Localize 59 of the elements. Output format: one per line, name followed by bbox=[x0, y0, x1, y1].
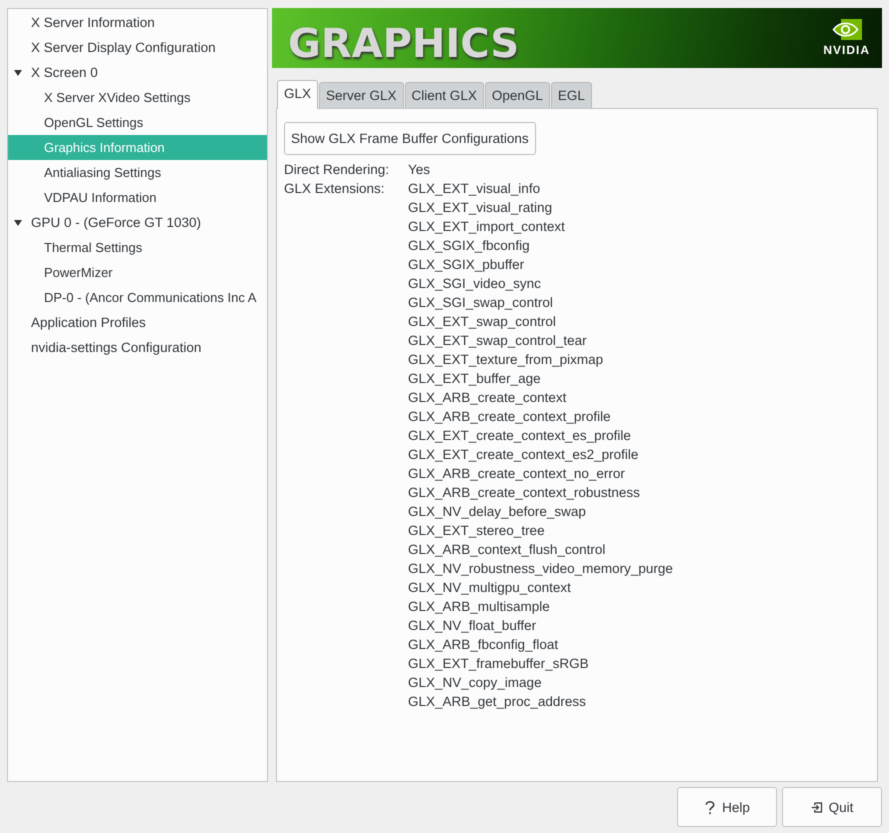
sidebar-item[interactable]: X Server XVideo Settings bbox=[8, 85, 267, 110]
field-value: GLX_EXT_buffer_age bbox=[408, 370, 542, 388]
field-value: GLX_ARB_create_context bbox=[408, 389, 568, 407]
sidebar-item[interactable]: OpenGL Settings bbox=[8, 110, 267, 135]
field-value: GLX_ARB_create_context_profile bbox=[408, 408, 612, 426]
sidebar-item[interactable]: X Server Display Configuration bbox=[8, 35, 267, 60]
field-value: GLX_NV_robustness_video_memory_purge bbox=[408, 560, 673, 578]
help-button[interactable]: Help bbox=[677, 787, 777, 827]
tab[interactable]: Server GLX bbox=[319, 82, 404, 108]
field-value: GLX_SGIX_pbuffer bbox=[408, 256, 526, 274]
field-value: GLX_ARB_create_context_robustness bbox=[408, 484, 641, 502]
field-value: GLX_ARB_context_flush_control bbox=[408, 541, 606, 559]
quit-button[interactable]: Quit bbox=[782, 787, 882, 827]
sidebar-item[interactable]: GPU 0 - (GeForce GT 1030) bbox=[8, 210, 267, 235]
field-value: GLX_EXT_swap_control bbox=[408, 313, 557, 331]
field-value: GLX_SGIX_fbconfig bbox=[408, 237, 531, 255]
field-value: GLX_ARB_get_proc_address bbox=[408, 693, 587, 711]
sidebar-item[interactable]: Application Profiles bbox=[8, 310, 267, 335]
sidebar-item[interactable]: nvidia-settings Configuration bbox=[8, 335, 267, 360]
show-configs-button[interactable]: Show GLX Frame Buffer Configurations bbox=[284, 122, 536, 155]
field-value: GLX_NV_copy_image bbox=[408, 674, 543, 692]
field-value: GLX_ARB_create_context_no_error bbox=[408, 465, 626, 483]
logo-text: NVIDIA bbox=[823, 43, 870, 57]
exit-icon bbox=[810, 800, 823, 814]
field-value: GLX_ARB_multisample bbox=[408, 598, 551, 616]
tab[interactable]: GLX bbox=[277, 80, 318, 109]
field-label: GLX Extensions: bbox=[284, 180, 386, 198]
eye-logo-icon bbox=[832, 19, 862, 40]
field-value: GLX_EXT_visual_info bbox=[408, 180, 542, 198]
field-value: GLX_EXT_import_context bbox=[408, 218, 566, 236]
tab[interactable]: OpenGL bbox=[484, 82, 550, 108]
field-value: GLX_EXT_swap_control_tear bbox=[408, 332, 588, 350]
field-value: GLX_NV_float_buffer bbox=[408, 617, 538, 635]
field-value: GLX_EXT_create_context_es2_profile bbox=[408, 446, 640, 464]
tab[interactable]: EGL bbox=[550, 82, 592, 108]
field-value: GLX_SGI_video_sync bbox=[408, 275, 542, 293]
field-value: GLX_EXT_visual_rating bbox=[408, 199, 554, 217]
field-value: GLX_EXT_create_context_es_profile bbox=[408, 427, 632, 445]
expander-icon[interactable] bbox=[13, 218, 23, 228]
sidebar-item[interactable]: X Screen 0 bbox=[8, 60, 267, 85]
sidebar-item[interactable]: Thermal Settings bbox=[8, 235, 267, 260]
field-value: GLX_EXT_framebuffer_sRGB bbox=[408, 655, 590, 673]
question-mark-icon bbox=[704, 800, 716, 814]
sidebar-item[interactable]: X Server Information bbox=[8, 10, 267, 35]
sidebar-item[interactable]: Antialiasing Settings bbox=[8, 160, 267, 185]
field-value: GLX_EXT_texture_from_pixmap bbox=[408, 351, 604, 369]
field-label: Direct Rendering: bbox=[284, 161, 390, 179]
expander-icon[interactable] bbox=[13, 68, 23, 78]
field-value: GLX_NV_multigpu_context bbox=[408, 579, 572, 597]
sidebar-item[interactable]: PowerMizer bbox=[8, 260, 267, 285]
field-value: GLX_NV_delay_before_swap bbox=[408, 503, 587, 521]
tab[interactable]: Client GLX bbox=[404, 82, 484, 108]
banner-title: GRAPHICS bbox=[288, 21, 520, 67]
field-value: GLX_SGI_swap_control bbox=[408, 294, 554, 312]
field-value: GLX_EXT_stereo_tree bbox=[408, 522, 546, 540]
sidebar-item[interactable]: VDPAU Information bbox=[8, 185, 267, 210]
field-value: GLX_ARB_fbconfig_float bbox=[408, 636, 560, 654]
field-value: Yes bbox=[408, 161, 430, 179]
sidebar-item[interactable]: DP-0 - (Ancor Communications Inc A bbox=[8, 285, 267, 310]
